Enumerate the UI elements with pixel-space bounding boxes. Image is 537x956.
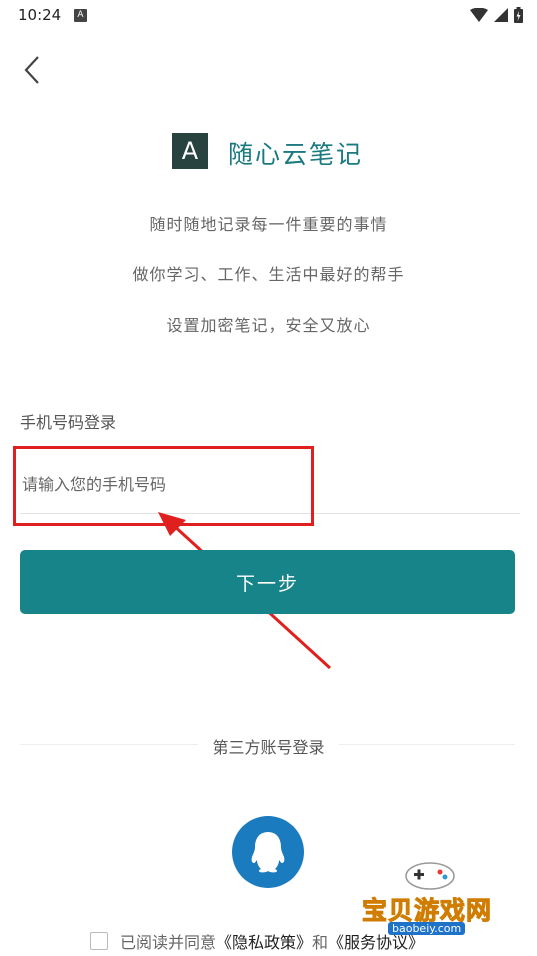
third-party-login-label: 第三方账号登录 [0, 734, 537, 758]
agree-checkbox[interactable] [90, 932, 108, 950]
watermark-url: baobeiy.com [388, 922, 466, 935]
notification-icon: A [74, 9, 87, 22]
status-time: 10:24 [18, 6, 62, 24]
third-party-login-text: 第三方账号登录 [198, 738, 339, 757]
agreement-and: 和 [312, 933, 329, 952]
agreement-prefix: 已阅读并同意 [120, 933, 217, 952]
status-icons [470, 7, 523, 23]
wifi-icon [470, 8, 488, 22]
chevron-left-icon [24, 56, 39, 84]
signal-icon [494, 8, 508, 22]
annotation-highlight-box [13, 446, 314, 526]
app-logo: A [172, 133, 208, 169]
battery-icon [514, 7, 523, 23]
next-step-button[interactable]: 下一步 [20, 550, 515, 614]
qq-penguin-icon [251, 832, 285, 873]
app-name: 随心云笔记 [228, 140, 364, 169]
privacy-policy-link[interactable]: 《隐私政策》 [216, 929, 312, 953]
watermark: 宝贝游戏网 baobeiy.com [360, 856, 530, 956]
status-bar: 10:24 A [0, 0, 537, 32]
qq-login-button[interactable] [232, 816, 304, 888]
phone-login-label: 手机号码登录 [20, 413, 117, 432]
slogan-line-3: 设置加密笔记，安全又放心 [166, 316, 371, 335]
back-button[interactable] [20, 52, 50, 88]
slogan-line-2: 做你学习、工作、生活中最好的帮手 [132, 265, 405, 284]
app-header: A 随心云笔记 [0, 133, 537, 173]
gamepad-icon [405, 862, 455, 890]
slogan-line-1: 随时随地记录每一件重要的事情 [149, 215, 388, 234]
